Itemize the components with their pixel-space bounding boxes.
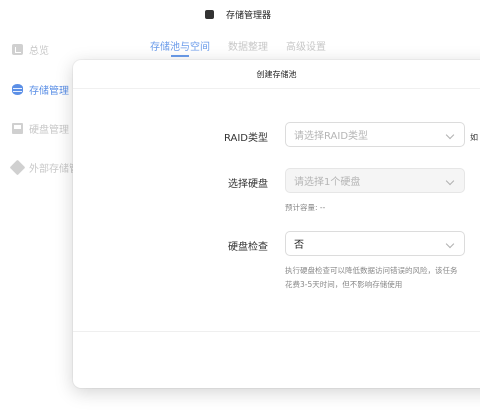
title-bar: 存储管理器 <box>0 0 480 28</box>
sidebar-item-label: 总览 <box>29 45 49 57</box>
divider <box>73 88 480 89</box>
select-disk-select[interactable]: 请选择1个硬盘 <box>285 168 465 193</box>
chevron-down-icon <box>445 130 455 140</box>
sidebar-item-label: 硬盘管理 <box>29 124 69 136</box>
disk-icon <box>12 122 23 134</box>
app-icon <box>204 9 214 19</box>
create-pool-dialog: 创建存储池 RAID类型 请选择RAID类型 如 选择硬盘 请选择1个硬盘 预计… <box>73 60 480 388</box>
capacity-hint: 预计容量: -- <box>285 203 326 212</box>
divider <box>73 331 480 332</box>
disk-check-hint-line2: 花费3-5天时间，但不影响存储使用 <box>285 280 403 289</box>
tab-bar: 存储池与空间 数据整理 高级设置 <box>150 38 326 57</box>
disk-check-hint-line1: 执行硬盘检查可以降低数据访问错误的风险，该任务 <box>285 266 458 275</box>
storage-icon <box>12 83 23 95</box>
sidebar-item-label: 外部存储管 <box>29 163 79 175</box>
disk-check-label: 硬盘检查 <box>228 242 268 253</box>
raid-type-placeholder: 请选择RAID类型 <box>294 131 369 142</box>
disk-check-select[interactable]: 否 <box>285 231 465 256</box>
tab-storage-pools[interactable]: 存储池与空间 <box>150 38 210 57</box>
sidebar-item-label: 存储管理 <box>29 85 69 97</box>
sidebar-item-disks[interactable]: 硬盘管理 <box>12 120 69 136</box>
chevron-down-icon <box>445 239 455 249</box>
external-storage-icon <box>9 159 26 175</box>
select-disk-label: 选择硬盘 <box>228 179 268 190</box>
select-disk-placeholder: 请选择1个硬盘 <box>294 177 361 188</box>
disk-check-value: 否 <box>294 240 304 251</box>
tab-advanced-settings[interactable]: 高级设置 <box>286 38 326 53</box>
tab-data-cleanup[interactable]: 数据整理 <box>228 38 268 53</box>
raid-type-label: RAID类型 <box>223 133 268 144</box>
raid-type-note: 如 <box>470 133 478 142</box>
window-title: 存储管理器 <box>225 10 271 21</box>
chevron-down-icon <box>445 176 455 186</box>
sidebar-item-storage[interactable]: 存储管理 <box>12 81 69 97</box>
raid-type-select[interactable]: 请选择RAID类型 <box>285 122 465 147</box>
dialog-title: 创建存储池 <box>256 69 297 79</box>
overview-icon <box>12 43 23 55</box>
sidebar: 总览 存储管理 硬盘管理 外部存储管 <box>0 28 79 417</box>
sidebar-item-external-storage[interactable]: 外部存储管 <box>9 159 79 175</box>
sidebar-item-overview[interactable]: 总览 <box>12 41 49 57</box>
